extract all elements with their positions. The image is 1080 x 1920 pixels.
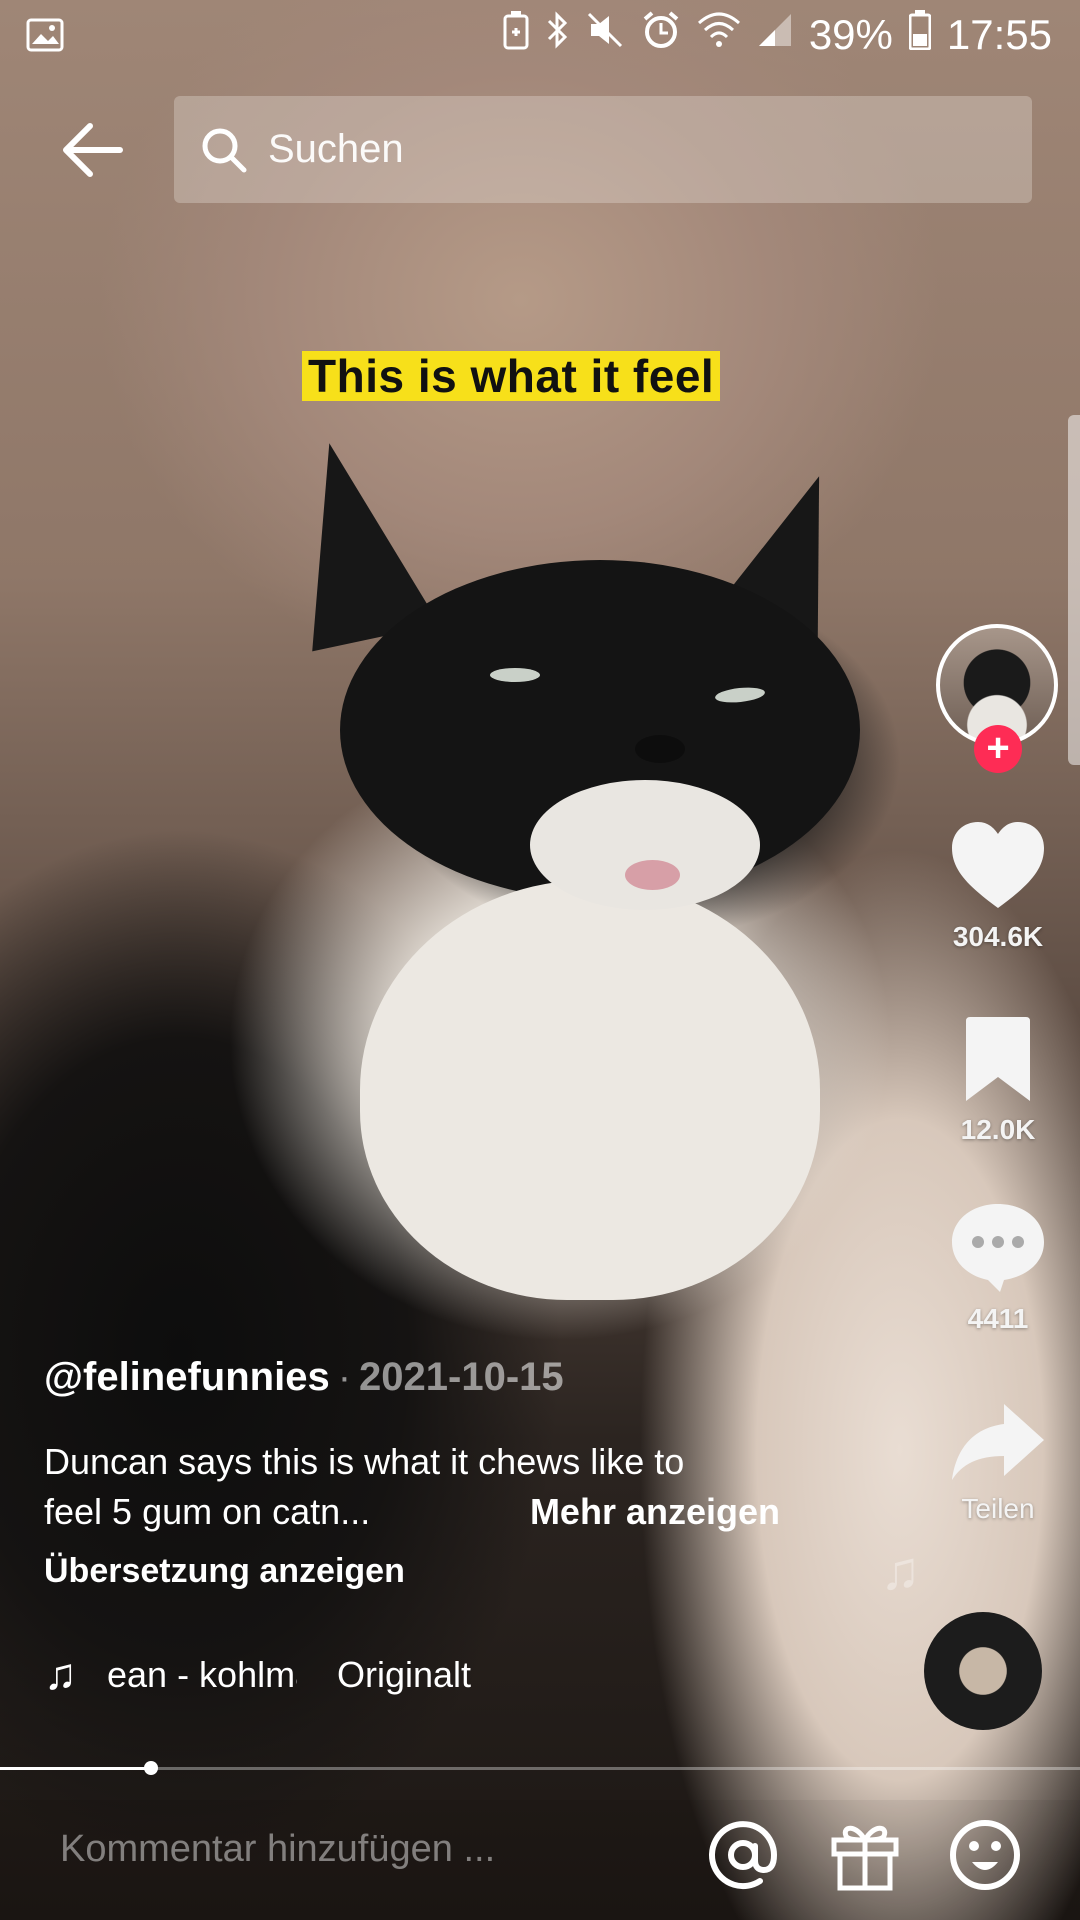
cat-eye-left (490, 668, 540, 682)
comment-input[interactable]: Kommentar hinzufügen ... (60, 1828, 495, 1871)
save-button[interactable]: 12.0K (928, 1015, 1068, 1146)
comment-bubble-icon (952, 1204, 1044, 1292)
show-more-link[interactable]: Mehr anzeigen (530, 1487, 780, 1537)
comment-count: 4411 (967, 1303, 1029, 1334)
battery-icon (908, 10, 932, 60)
alarm-icon (641, 10, 681, 60)
post-description: Duncan says this is what it chews like t… (44, 1437, 804, 1537)
music-note-icon: ♫ (44, 1650, 77, 1699)
save-count: 12.0K (960, 1114, 1036, 1145)
follow-button[interactable]: + (974, 725, 1022, 773)
sound-link[interactable]: ♫ ean - kohlmann Originalt (44, 1650, 471, 1700)
heart-icon (952, 822, 1044, 908)
description-line-2: feel 5 gum on catn... (44, 1491, 371, 1532)
floating-music-note-icon: ♫ (880, 1541, 921, 1601)
like-count: 304.6K (952, 921, 1044, 952)
search-input[interactable]: Suchen (268, 127, 404, 172)
emoji-button[interactable] (946, 1816, 1024, 1894)
gift-button[interactable] (826, 1816, 904, 1894)
post-meta: @felinefunnies · 2021-10-15 (44, 1355, 564, 1400)
bookmark-icon (966, 1017, 1030, 1101)
search-icon (202, 128, 247, 172)
comment-button[interactable]: 4411 (928, 1200, 1068, 1335)
search-bar[interactable]: Suchen (174, 96, 1032, 203)
video-progress-bar[interactable] (0, 1761, 1080, 1775)
like-button[interactable]: 304.6K (928, 820, 1068, 953)
music-disc-button[interactable] (924, 1612, 1042, 1730)
image-notification-icon (26, 18, 64, 57)
battery-percent: 39% (808, 11, 893, 58)
video-caption: This is what it feel (302, 351, 721, 401)
status-bar: 39% 17:55 (0, 0, 1080, 75)
sound-artist: ean - kohlmann (107, 1654, 297, 1695)
gift-icon (831, 1825, 899, 1891)
at-sign-icon (709, 1821, 778, 1890)
back-button[interactable] (60, 120, 126, 180)
scroll-handle[interactable] (1068, 415, 1080, 765)
separator: · (337, 1355, 352, 1399)
progress-fill (0, 1767, 152, 1770)
mute-vibrate-icon (585, 10, 625, 60)
description-line-1: Duncan says this is what it chews like t… (44, 1441, 685, 1482)
username-link[interactable]: @felinefunnies (44, 1355, 330, 1399)
arrow-left-icon (63, 123, 123, 177)
smiley-icon (950, 1820, 1020, 1890)
share-label: Teilen (961, 1493, 1035, 1524)
cat-nose (635, 735, 685, 763)
video-player[interactable] (0, 0, 1080, 1920)
cat-tongue (625, 860, 680, 890)
cat-muzzle (530, 780, 760, 910)
post-date: 2021-10-15 (359, 1355, 564, 1399)
wifi-icon (697, 11, 741, 59)
clock: 17:55 (946, 11, 1052, 58)
mention-button[interactable] (704, 1816, 782, 1894)
comment-bar: Kommentar hinzufügen ... (0, 1800, 1080, 1920)
cat-chest (360, 880, 820, 1300)
share-arrow-icon (952, 1404, 1044, 1480)
sound-title: Originalt (337, 1654, 472, 1695)
signal-icon (757, 12, 793, 58)
translate-link[interactable]: Übersetzung anzeigen (44, 1552, 405, 1591)
share-button[interactable]: Teilen (928, 1400, 1068, 1525)
battery-saver-icon (503, 10, 529, 60)
bluetooth-icon (545, 10, 569, 60)
